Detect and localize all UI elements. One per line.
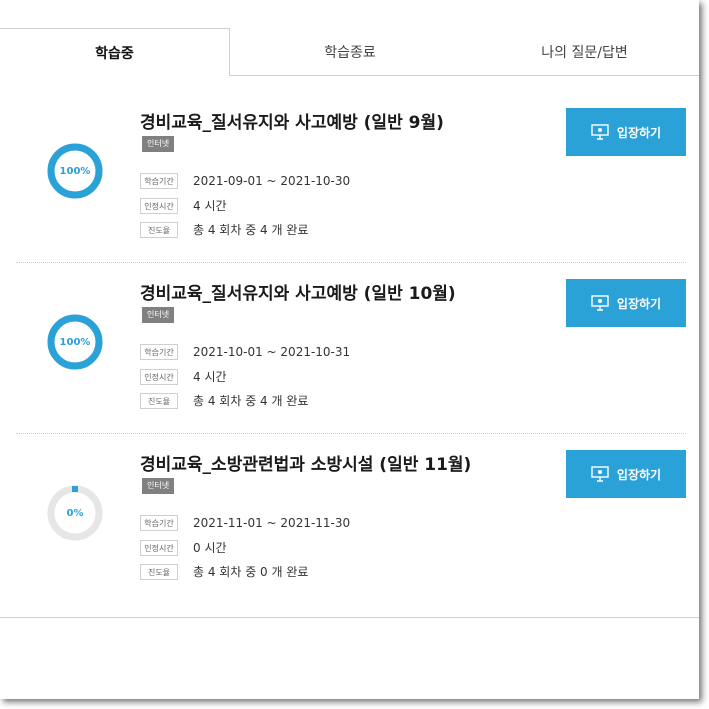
period-value: 2021-10-01 ~ 2021-10-31 bbox=[193, 345, 351, 359]
tab-my-questions[interactable]: 나의 질문/답변 bbox=[470, 28, 699, 76]
progress-ring: 100% bbox=[46, 313, 104, 371]
period-label: 학습기간 bbox=[140, 344, 178, 360]
enter-button[interactable]: 입장하기 bbox=[566, 450, 686, 498]
course-type-badge: 인터넷 bbox=[142, 136, 175, 152]
course-item: 100% 경비교육_질서유지와 사고예방 (일반 10월) 인터넷 학습기간 2… bbox=[16, 263, 686, 434]
progress-value: 총 4 회차 중 4 개 완료 bbox=[193, 394, 309, 408]
course-item: 0% 경비교육_소방관련법과 소방시설 (일반 11월) 인터넷 학습기간 20… bbox=[16, 434, 686, 604]
course-item: 100% 경비교육_질서유지와 사고예방 (일반 9월) 인터넷 학습기간 20… bbox=[16, 92, 686, 263]
progress-value: 총 4 회차 중 4 개 완료 bbox=[193, 223, 309, 237]
progress-ring: 100% bbox=[46, 142, 104, 200]
enter-button-label: 입장하기 bbox=[616, 125, 662, 140]
recognized-time-label: 인정시간 bbox=[140, 539, 178, 556]
progress-percent: 100% bbox=[59, 336, 91, 348]
info-recognized-time: 인정시간 0 시간 bbox=[140, 539, 227, 556]
monitor-icon bbox=[591, 295, 609, 311]
enter-button-label: 입장하기 bbox=[616, 296, 662, 311]
enter-button-label: 입장하기 bbox=[616, 467, 662, 482]
tab-completed[interactable]: 학습종료 bbox=[230, 28, 470, 76]
recognized-time-value: 4 시간 bbox=[193, 370, 227, 384]
enter-button[interactable]: 입장하기 bbox=[566, 108, 686, 156]
progress-value: 총 4 회차 중 0 개 완료 bbox=[193, 565, 309, 579]
recognized-time-value: 0 시간 bbox=[193, 541, 227, 555]
progress-label: 진도율 bbox=[140, 563, 178, 580]
progress-ring: 0% bbox=[46, 484, 104, 542]
enter-button[interactable]: 입장하기 bbox=[566, 279, 686, 327]
info-progress: 진도율 총 4 회차 중 4 개 완료 bbox=[140, 221, 308, 238]
period-label: 학습기간 bbox=[140, 515, 178, 531]
monitor-icon bbox=[591, 466, 609, 482]
info-period: 학습기간 2021-11-01 ~ 2021-11-30 bbox=[140, 515, 350, 531]
recognized-time-label: 인정시간 bbox=[140, 368, 178, 385]
period-value: 2021-09-01 ~ 2021-10-30 bbox=[193, 174, 351, 188]
bottom-divider bbox=[0, 617, 699, 618]
info-recognized-time: 인정시간 4 시간 bbox=[140, 368, 227, 385]
info-period: 학습기간 2021-09-01 ~ 2021-10-30 bbox=[140, 173, 350, 189]
recognized-time-value: 4 시간 bbox=[193, 199, 227, 213]
monitor-icon bbox=[591, 124, 609, 140]
course-type-badge: 인터넷 bbox=[142, 478, 175, 494]
tab-bar: 학습중 학습종료 나의 질문/답변 bbox=[0, 28, 699, 76]
info-period: 학습기간 2021-10-01 ~ 2021-10-31 bbox=[140, 344, 350, 360]
progress-label: 진도율 bbox=[140, 392, 178, 409]
period-label: 학습기간 bbox=[140, 173, 178, 189]
progress-percent: 100% bbox=[59, 165, 91, 177]
course-list-panel: 학습중 학습종료 나의 질문/답변 100% 경비교육_질서유지와 사고예방 (… bbox=[0, 0, 699, 699]
tab-in-progress[interactable]: 학습중 bbox=[0, 28, 230, 76]
progress-percent: 0% bbox=[66, 507, 84, 519]
info-recognized-time: 인정시간 4 시간 bbox=[140, 197, 227, 214]
period-value: 2021-11-01 ~ 2021-11-30 bbox=[193, 516, 351, 530]
recognized-time-label: 인정시간 bbox=[140, 197, 178, 214]
course-title[interactable]: 경비교육_질서유지와 사고예방 (일반 10월) bbox=[140, 279, 456, 304]
course-title[interactable]: 경비교육_질서유지와 사고예방 (일반 9월) bbox=[140, 108, 444, 133]
course-type-badge: 인터넷 bbox=[142, 307, 175, 323]
progress-label: 진도율 bbox=[140, 221, 178, 238]
info-progress: 진도율 총 4 회차 중 4 개 완료 bbox=[140, 392, 308, 409]
info-progress: 진도율 총 4 회차 중 0 개 완료 bbox=[140, 563, 308, 580]
course-title[interactable]: 경비교육_소방관련법과 소방시설 (일반 11월) bbox=[140, 450, 471, 475]
